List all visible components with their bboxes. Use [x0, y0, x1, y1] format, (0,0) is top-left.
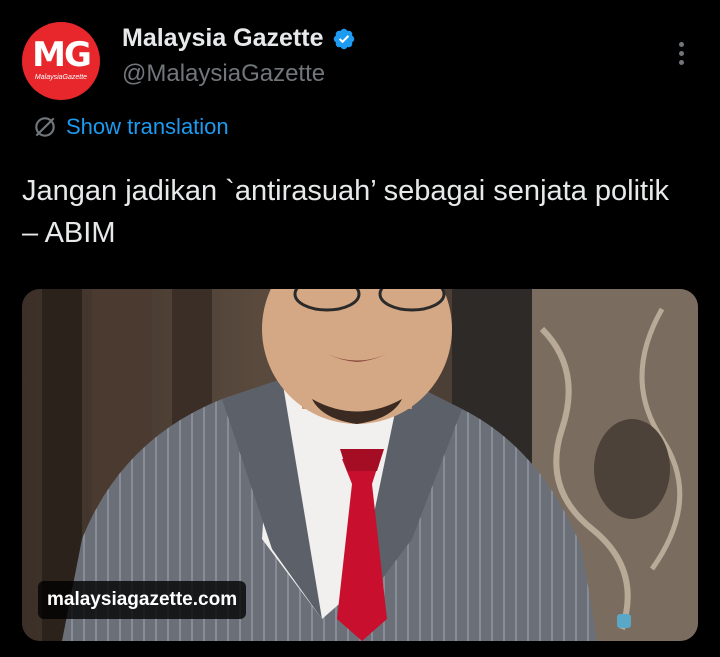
- tweet-text: Jangan jadikan `antirasuah’ sebagai senj…: [22, 175, 670, 249]
- more-vertical-icon: [678, 59, 684, 65]
- media-source-label[interactable]: malaysiagazette.com: [38, 581, 247, 619]
- more-vertical-icon: [678, 50, 684, 56]
- tweet-media-card[interactable]: malaysiagazette.com: [22, 289, 698, 641]
- verified-badge-icon: [333, 28, 354, 49]
- more-vertical-icon: [678, 41, 684, 47]
- show-translation-label: Show translation: [66, 114, 229, 139]
- avatar-logo-text: MG: [32, 34, 92, 75]
- more-options-button[interactable]: [666, 38, 696, 68]
- name-row: Malaysia Gazette: [122, 24, 356, 53]
- account-avatar[interactable]: MG MalaysiaGazette: [22, 22, 100, 100]
- globe-icon: [35, 117, 55, 137]
- avatar-logo-subtext: MalaysiaGazette: [34, 73, 88, 81]
- display-name[interactable]: Malaysia Gazette: [122, 24, 324, 53]
- account-handle[interactable]: @MalaysiaGazette: [122, 60, 325, 88]
- tweet-header: MG MalaysiaGazette Malaysia Gazette @Mal…: [0, 0, 720, 110]
- show-translation-button[interactable]: Show translation: [32, 114, 229, 140]
